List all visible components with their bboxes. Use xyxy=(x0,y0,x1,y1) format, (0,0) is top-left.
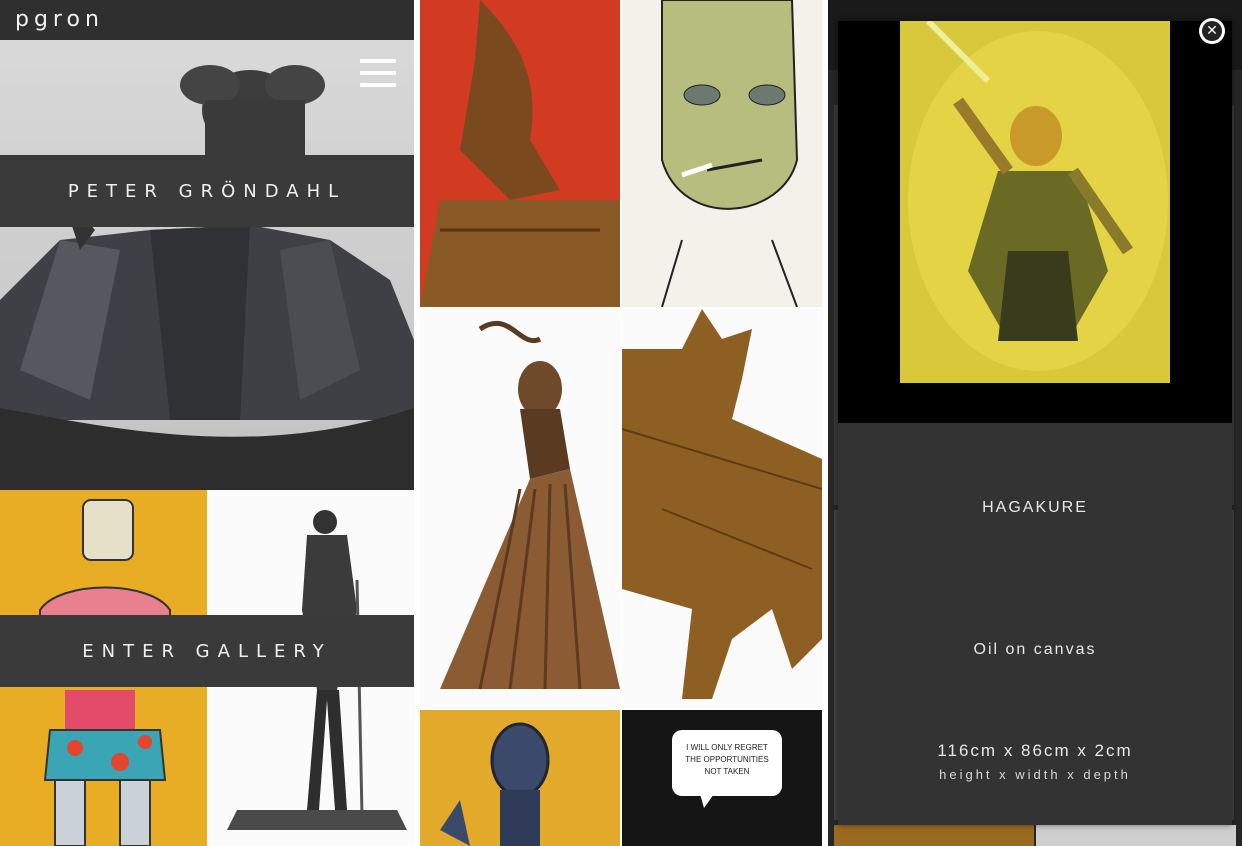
hamburger-menu-icon[interactable] xyxy=(360,59,396,89)
artwork-tile-speech-bubble[interactable]: I WILL ONLY REGRET THE OPPORTUNITIES NOT… xyxy=(622,710,822,846)
artwork-tile-bronze-dress[interactable] xyxy=(420,309,620,708)
artwork-dimensions: 116cm x 86cm x 2cm xyxy=(937,741,1133,760)
artist-name: PETER GRÖNDAHL xyxy=(67,180,347,202)
enter-gallery-button[interactable]: ENTER GALLERY xyxy=(0,615,414,687)
enter-gallery-label: ENTER GALLERY xyxy=(82,640,332,662)
artwork-tile-bronze-figure[interactable] xyxy=(420,0,620,307)
top-bar: pgron xyxy=(0,0,414,40)
hero-sculpture-image xyxy=(0,40,414,490)
svg-text:NOT TAKEN: NOT TAKEN xyxy=(705,767,750,776)
artist-name-band: PETER GRÖNDAHL xyxy=(0,155,414,227)
artwork-grid: I WILL ONLY REGRET THE OPPORTUNITIES NOT… xyxy=(414,0,828,846)
close-icon[interactable]: ✕ xyxy=(1199,18,1225,44)
artwork-medium: Oil on canvas xyxy=(973,641,1097,658)
speech-bubble-text: I WILL ONLY REGRET xyxy=(686,743,768,752)
artwork-detail-modal: HAGAKURE Oil on canvas 116cm x 86cm x 2c… xyxy=(838,21,1232,825)
artwork-title: HAGAKURE xyxy=(982,499,1088,516)
intro-panel: pgron PETER GRÖNDAHL ENTER GALLERY xyxy=(0,0,414,846)
site-logo[interactable]: pgron xyxy=(15,7,104,32)
artwork-dimensions-label: height x width x depth xyxy=(939,767,1131,782)
svg-text:THE OPPORTUNITIES: THE OPPORTUNITIES xyxy=(685,755,768,764)
artwork-tile-smoker-portrait[interactable] xyxy=(622,0,822,307)
artwork-tile-rust-bull[interactable] xyxy=(622,309,822,708)
artwork-image-hagakure xyxy=(838,21,1232,423)
artwork-tile-blue-figure[interactable] xyxy=(420,710,620,846)
